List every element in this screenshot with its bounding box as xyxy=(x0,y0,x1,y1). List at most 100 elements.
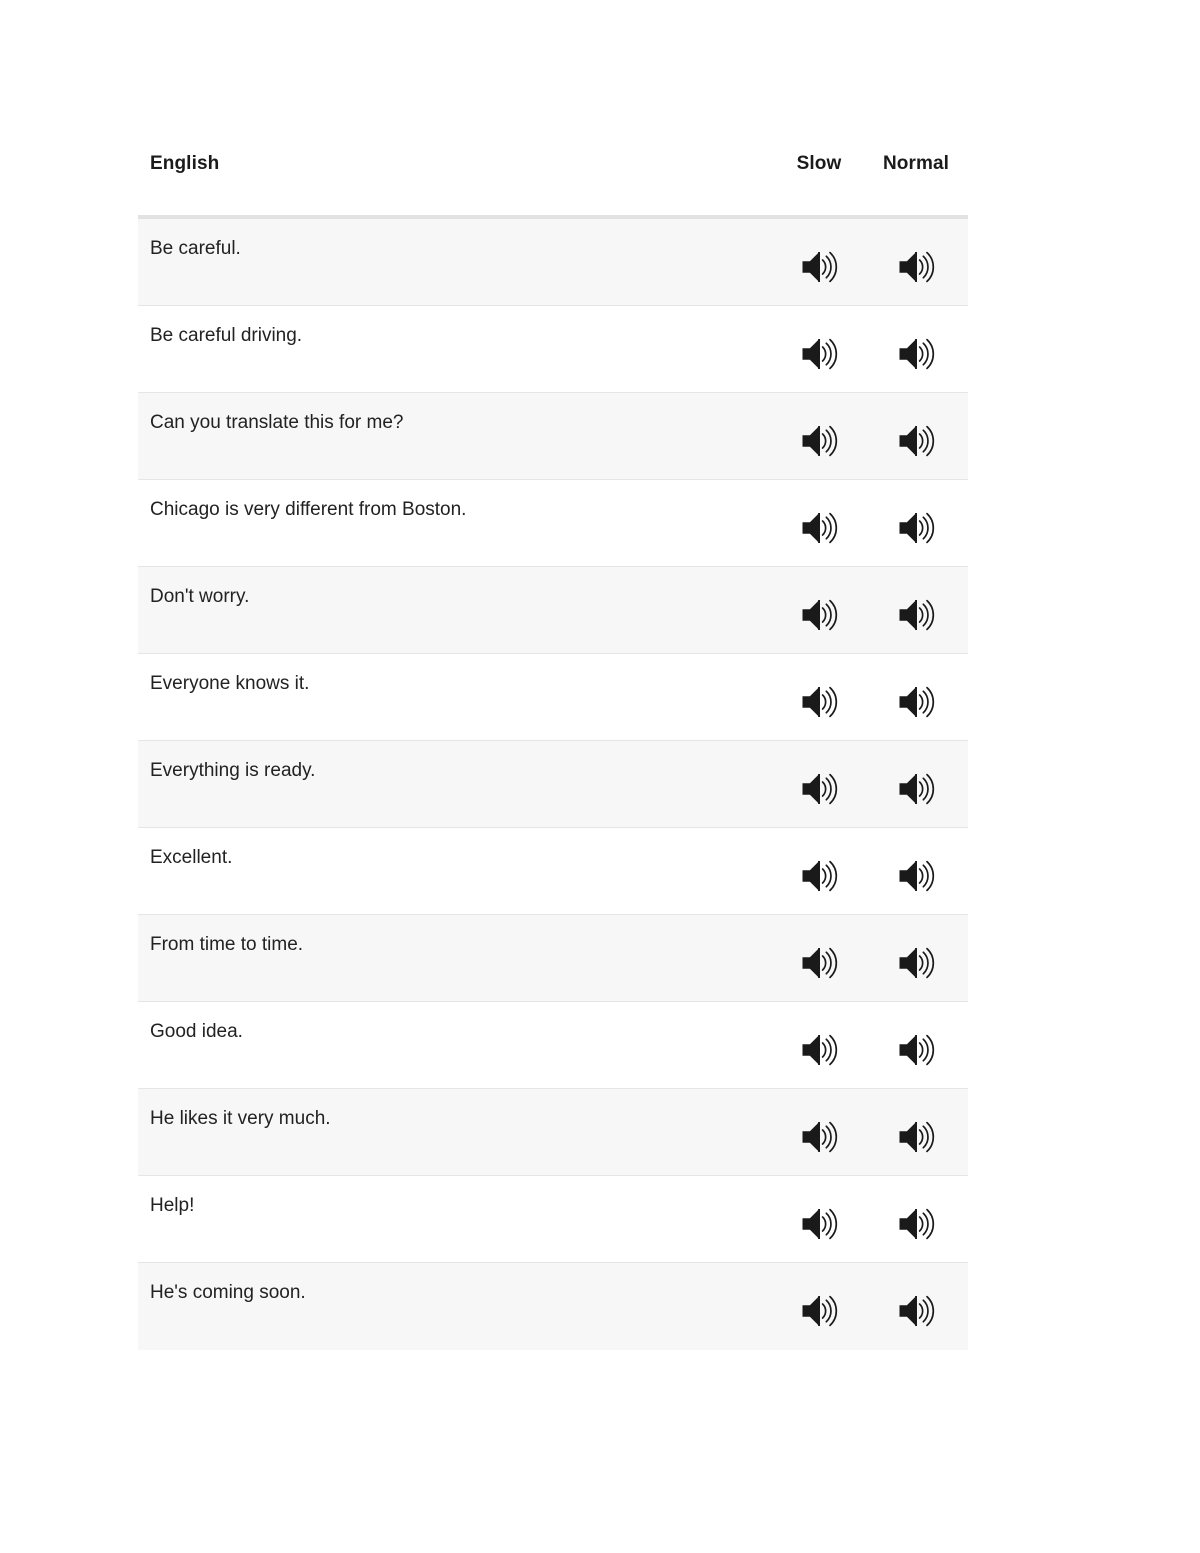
phrase-text: Be careful driving. xyxy=(150,325,303,346)
speaker-icon xyxy=(802,947,838,979)
play-slow-button[interactable] xyxy=(798,1116,840,1158)
speaker-icon xyxy=(802,425,838,457)
table-row: Can you translate this for me? xyxy=(138,393,968,480)
phrase-text: From time to time. xyxy=(150,934,304,955)
table-row: Chicago is very different from Boston. xyxy=(138,480,968,567)
table-body: Be careful. Be careful driving. Can you … xyxy=(138,219,968,1350)
table-row: Excellent. xyxy=(138,828,968,915)
play-slow-button[interactable] xyxy=(798,246,840,288)
speaker-icon xyxy=(899,1121,935,1153)
table-row: He's coming soon. xyxy=(138,1263,968,1350)
table-row: Good idea. xyxy=(138,1002,968,1089)
play-slow-button[interactable] xyxy=(798,855,840,897)
column-header-english-cell: English xyxy=(138,152,774,176)
phrase-text: He's coming soon. xyxy=(150,1282,306,1303)
play-slow-button[interactable] xyxy=(798,333,840,375)
slow-audio-cell xyxy=(774,393,864,462)
play-normal-button[interactable] xyxy=(895,420,937,462)
speaker-icon xyxy=(899,251,935,283)
speaker-icon xyxy=(802,686,838,718)
speaker-icon xyxy=(802,599,838,631)
slow-audio-cell xyxy=(774,219,864,288)
play-slow-button[interactable] xyxy=(798,420,840,462)
play-slow-button[interactable] xyxy=(798,768,840,810)
normal-audio-cell xyxy=(864,1089,968,1158)
play-normal-button[interactable] xyxy=(895,1203,937,1245)
phrase-text: Good idea. xyxy=(150,1021,243,1042)
phrase-text: Excellent. xyxy=(150,847,233,868)
play-slow-button[interactable] xyxy=(798,507,840,549)
table-header-row: English Slow Normal xyxy=(138,140,968,215)
play-normal-button[interactable] xyxy=(895,507,937,549)
column-header-normal: Normal xyxy=(882,153,950,174)
column-header-normal-cell: Normal xyxy=(864,152,968,176)
play-normal-button[interactable] xyxy=(895,1290,937,1332)
normal-audio-cell xyxy=(864,915,968,984)
slow-audio-cell xyxy=(774,306,864,375)
phrase-text: Don't worry. xyxy=(150,586,250,607)
phrase-text: Can you translate this for me? xyxy=(150,412,404,433)
play-normal-button[interactable] xyxy=(895,333,937,375)
normal-audio-cell xyxy=(864,1176,968,1245)
play-slow-button[interactable] xyxy=(798,1029,840,1071)
speaker-icon xyxy=(899,1034,935,1066)
speaker-icon xyxy=(899,860,935,892)
table-row: Everyone knows it. xyxy=(138,654,968,741)
slow-audio-cell xyxy=(774,1176,864,1245)
play-normal-button[interactable] xyxy=(895,768,937,810)
play-slow-button[interactable] xyxy=(798,1290,840,1332)
table-row: Don't worry. xyxy=(138,567,968,654)
speaker-icon xyxy=(802,860,838,892)
slow-audio-cell xyxy=(774,741,864,810)
normal-audio-cell xyxy=(864,741,968,810)
play-normal-button[interactable] xyxy=(895,942,937,984)
play-normal-button[interactable] xyxy=(895,1029,937,1071)
normal-audio-cell xyxy=(864,480,968,549)
phrase-text: Everything is ready. xyxy=(150,760,316,781)
normal-audio-cell xyxy=(864,306,968,375)
phrase-text: Everyone knows it. xyxy=(150,673,310,694)
slow-audio-cell xyxy=(774,1263,864,1332)
slow-audio-cell xyxy=(774,1002,864,1071)
play-slow-button[interactable] xyxy=(798,681,840,723)
speaker-icon xyxy=(899,1295,935,1327)
play-normal-button[interactable] xyxy=(895,594,937,636)
column-header-english: English xyxy=(150,153,220,174)
speaker-icon xyxy=(899,599,935,631)
column-header-slow-cell: Slow xyxy=(774,152,864,176)
play-slow-button[interactable] xyxy=(798,594,840,636)
speaker-icon xyxy=(899,773,935,805)
slow-audio-cell xyxy=(774,828,864,897)
speaker-icon xyxy=(899,512,935,544)
play-slow-button[interactable] xyxy=(798,1203,840,1245)
normal-audio-cell xyxy=(864,654,968,723)
speaker-icon xyxy=(802,338,838,370)
play-normal-button[interactable] xyxy=(895,1116,937,1158)
table-row: Be careful driving. xyxy=(138,306,968,393)
column-header-slow: Slow xyxy=(796,153,842,174)
table-row: Help! xyxy=(138,1176,968,1263)
table-row: He likes it very much. xyxy=(138,1089,968,1176)
speaker-icon xyxy=(899,338,935,370)
normal-audio-cell xyxy=(864,828,968,897)
normal-audio-cell xyxy=(864,567,968,636)
phrase-text: Help! xyxy=(150,1195,195,1216)
speaker-icon xyxy=(802,1208,838,1240)
speaker-icon xyxy=(899,425,935,457)
speaker-icon xyxy=(899,686,935,718)
play-slow-button[interactable] xyxy=(798,942,840,984)
normal-audio-cell xyxy=(864,1263,968,1332)
phrase-text: Be careful. xyxy=(150,238,241,259)
speaker-icon xyxy=(899,1208,935,1240)
speaker-icon xyxy=(802,773,838,805)
speaker-icon xyxy=(802,1034,838,1066)
play-normal-button[interactable] xyxy=(895,855,937,897)
phrase-text: He likes it very much. xyxy=(150,1108,331,1129)
slow-audio-cell xyxy=(774,480,864,549)
slow-audio-cell xyxy=(774,915,864,984)
document-page: English Slow Normal Be careful. Be caref… xyxy=(0,0,1200,1553)
normal-audio-cell xyxy=(864,393,968,462)
play-normal-button[interactable] xyxy=(895,681,937,723)
speaker-icon xyxy=(802,512,838,544)
play-normal-button[interactable] xyxy=(895,246,937,288)
